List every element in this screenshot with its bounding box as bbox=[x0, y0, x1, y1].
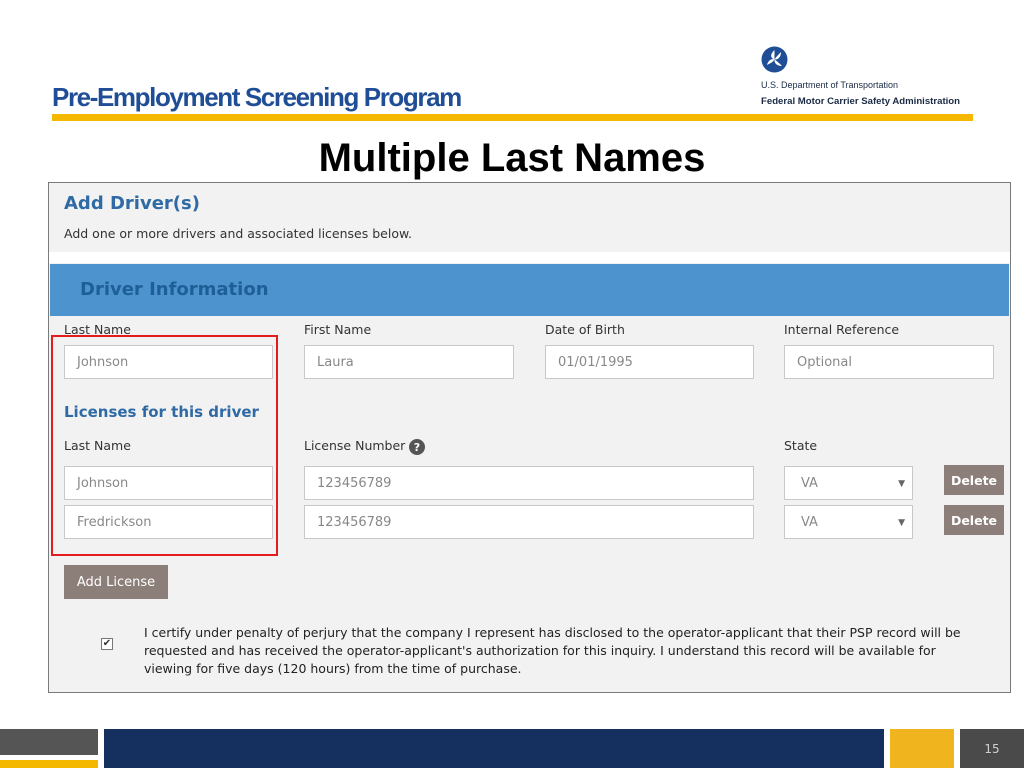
license-number-label: License Number bbox=[304, 438, 406, 453]
agency-name: Federal Motor Carrier Safety Administrat… bbox=[761, 96, 961, 107]
agency-department: U.S. Department of Transportation bbox=[761, 80, 899, 90]
dropdown-caret-icon: ▼ bbox=[898, 518, 905, 528]
highlight-box bbox=[51, 335, 278, 556]
page-number: 15 bbox=[960, 729, 1024, 768]
section-title: Driver Information bbox=[80, 279, 269, 300]
dropdown-caret-icon: ▼ bbox=[898, 479, 905, 489]
program-title: Pre-Employment Screening Program bbox=[52, 82, 462, 112]
state-value: VA bbox=[801, 514, 818, 530]
help-icon[interactable]: ? bbox=[409, 439, 425, 455]
internal-ref-field[interactable]: Optional bbox=[784, 345, 994, 379]
footer-gold-strip bbox=[0, 760, 98, 768]
internal-ref-label: Internal Reference bbox=[784, 322, 900, 337]
add-license-button[interactable]: Add License bbox=[64, 565, 168, 599]
state-select[interactable]: VA ▼ bbox=[784, 466, 913, 500]
state-value: VA bbox=[801, 475, 818, 491]
header-rule bbox=[52, 114, 973, 121]
dob-label: Date of Birth bbox=[545, 322, 625, 337]
dot-triskelion-logo-icon bbox=[761, 46, 788, 73]
license-number-field[interactable]: 123456789 bbox=[304, 505, 754, 539]
delete-button[interactable]: Delete bbox=[944, 465, 1004, 495]
footer-grey-block bbox=[0, 729, 98, 755]
state-label: State bbox=[784, 438, 818, 453]
footer-navy-bar bbox=[104, 729, 884, 768]
certify-checkbox[interactable]: ✔ bbox=[101, 638, 113, 650]
dob-field[interactable]: 01/01/1995 bbox=[545, 345, 754, 379]
first-name-field[interactable]: Laura bbox=[304, 345, 514, 379]
delete-button[interactable]: Delete bbox=[944, 505, 1004, 535]
footer-gold-block bbox=[890, 729, 954, 768]
slide-heading: Multiple Last Names bbox=[318, 136, 706, 180]
license-number-field[interactable]: 123456789 bbox=[304, 466, 754, 500]
certify-text: I certify under penalty of perjury that … bbox=[144, 625, 961, 676]
form-title: Add Driver(s) bbox=[64, 193, 200, 214]
divider bbox=[49, 252, 1010, 263]
first-name-label: First Name bbox=[304, 322, 372, 337]
state-select[interactable]: VA ▼ bbox=[784, 505, 913, 539]
form-subtitle: Add one or more drivers and associated l… bbox=[64, 226, 413, 241]
